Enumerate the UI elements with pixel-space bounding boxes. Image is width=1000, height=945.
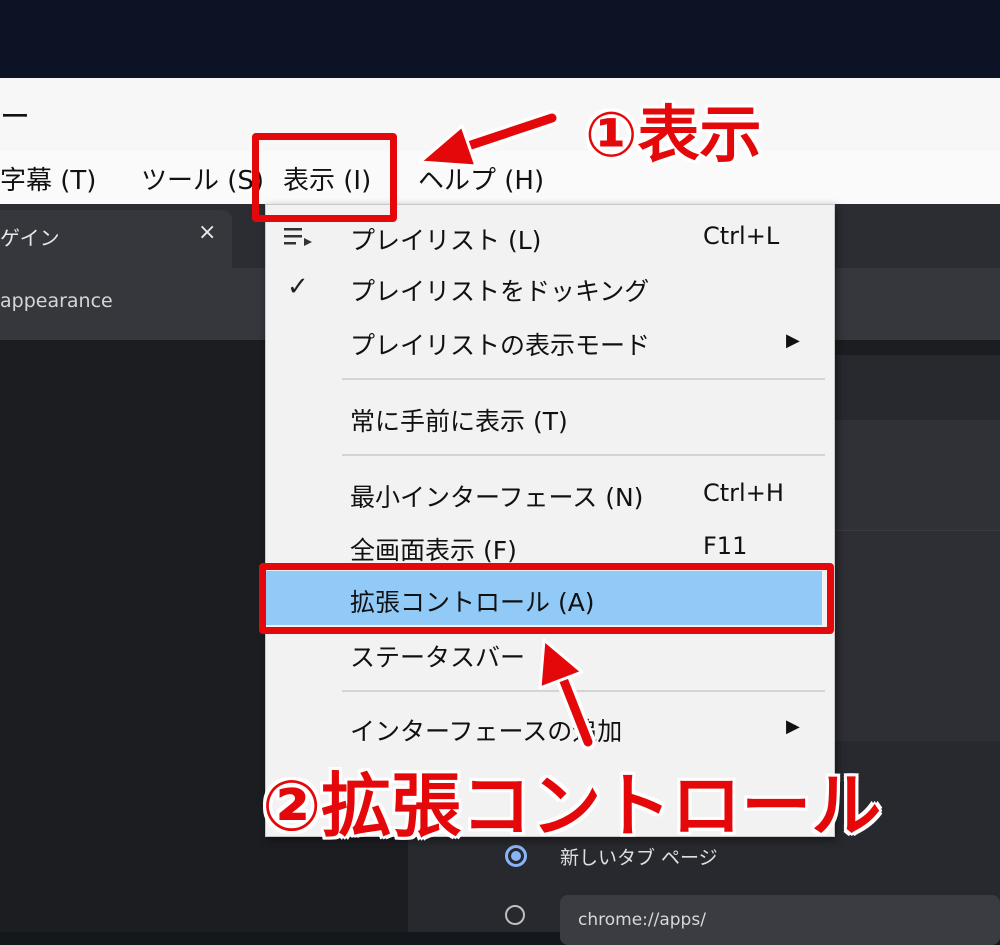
annotation-arrow-icon [418, 110, 560, 168]
annotation-arrow-icon [538, 638, 596, 750]
annotation-label-extended-controls: ②拡張コントロール [262, 765, 882, 847]
annotation-label-view: ①表示 [585, 98, 762, 171]
